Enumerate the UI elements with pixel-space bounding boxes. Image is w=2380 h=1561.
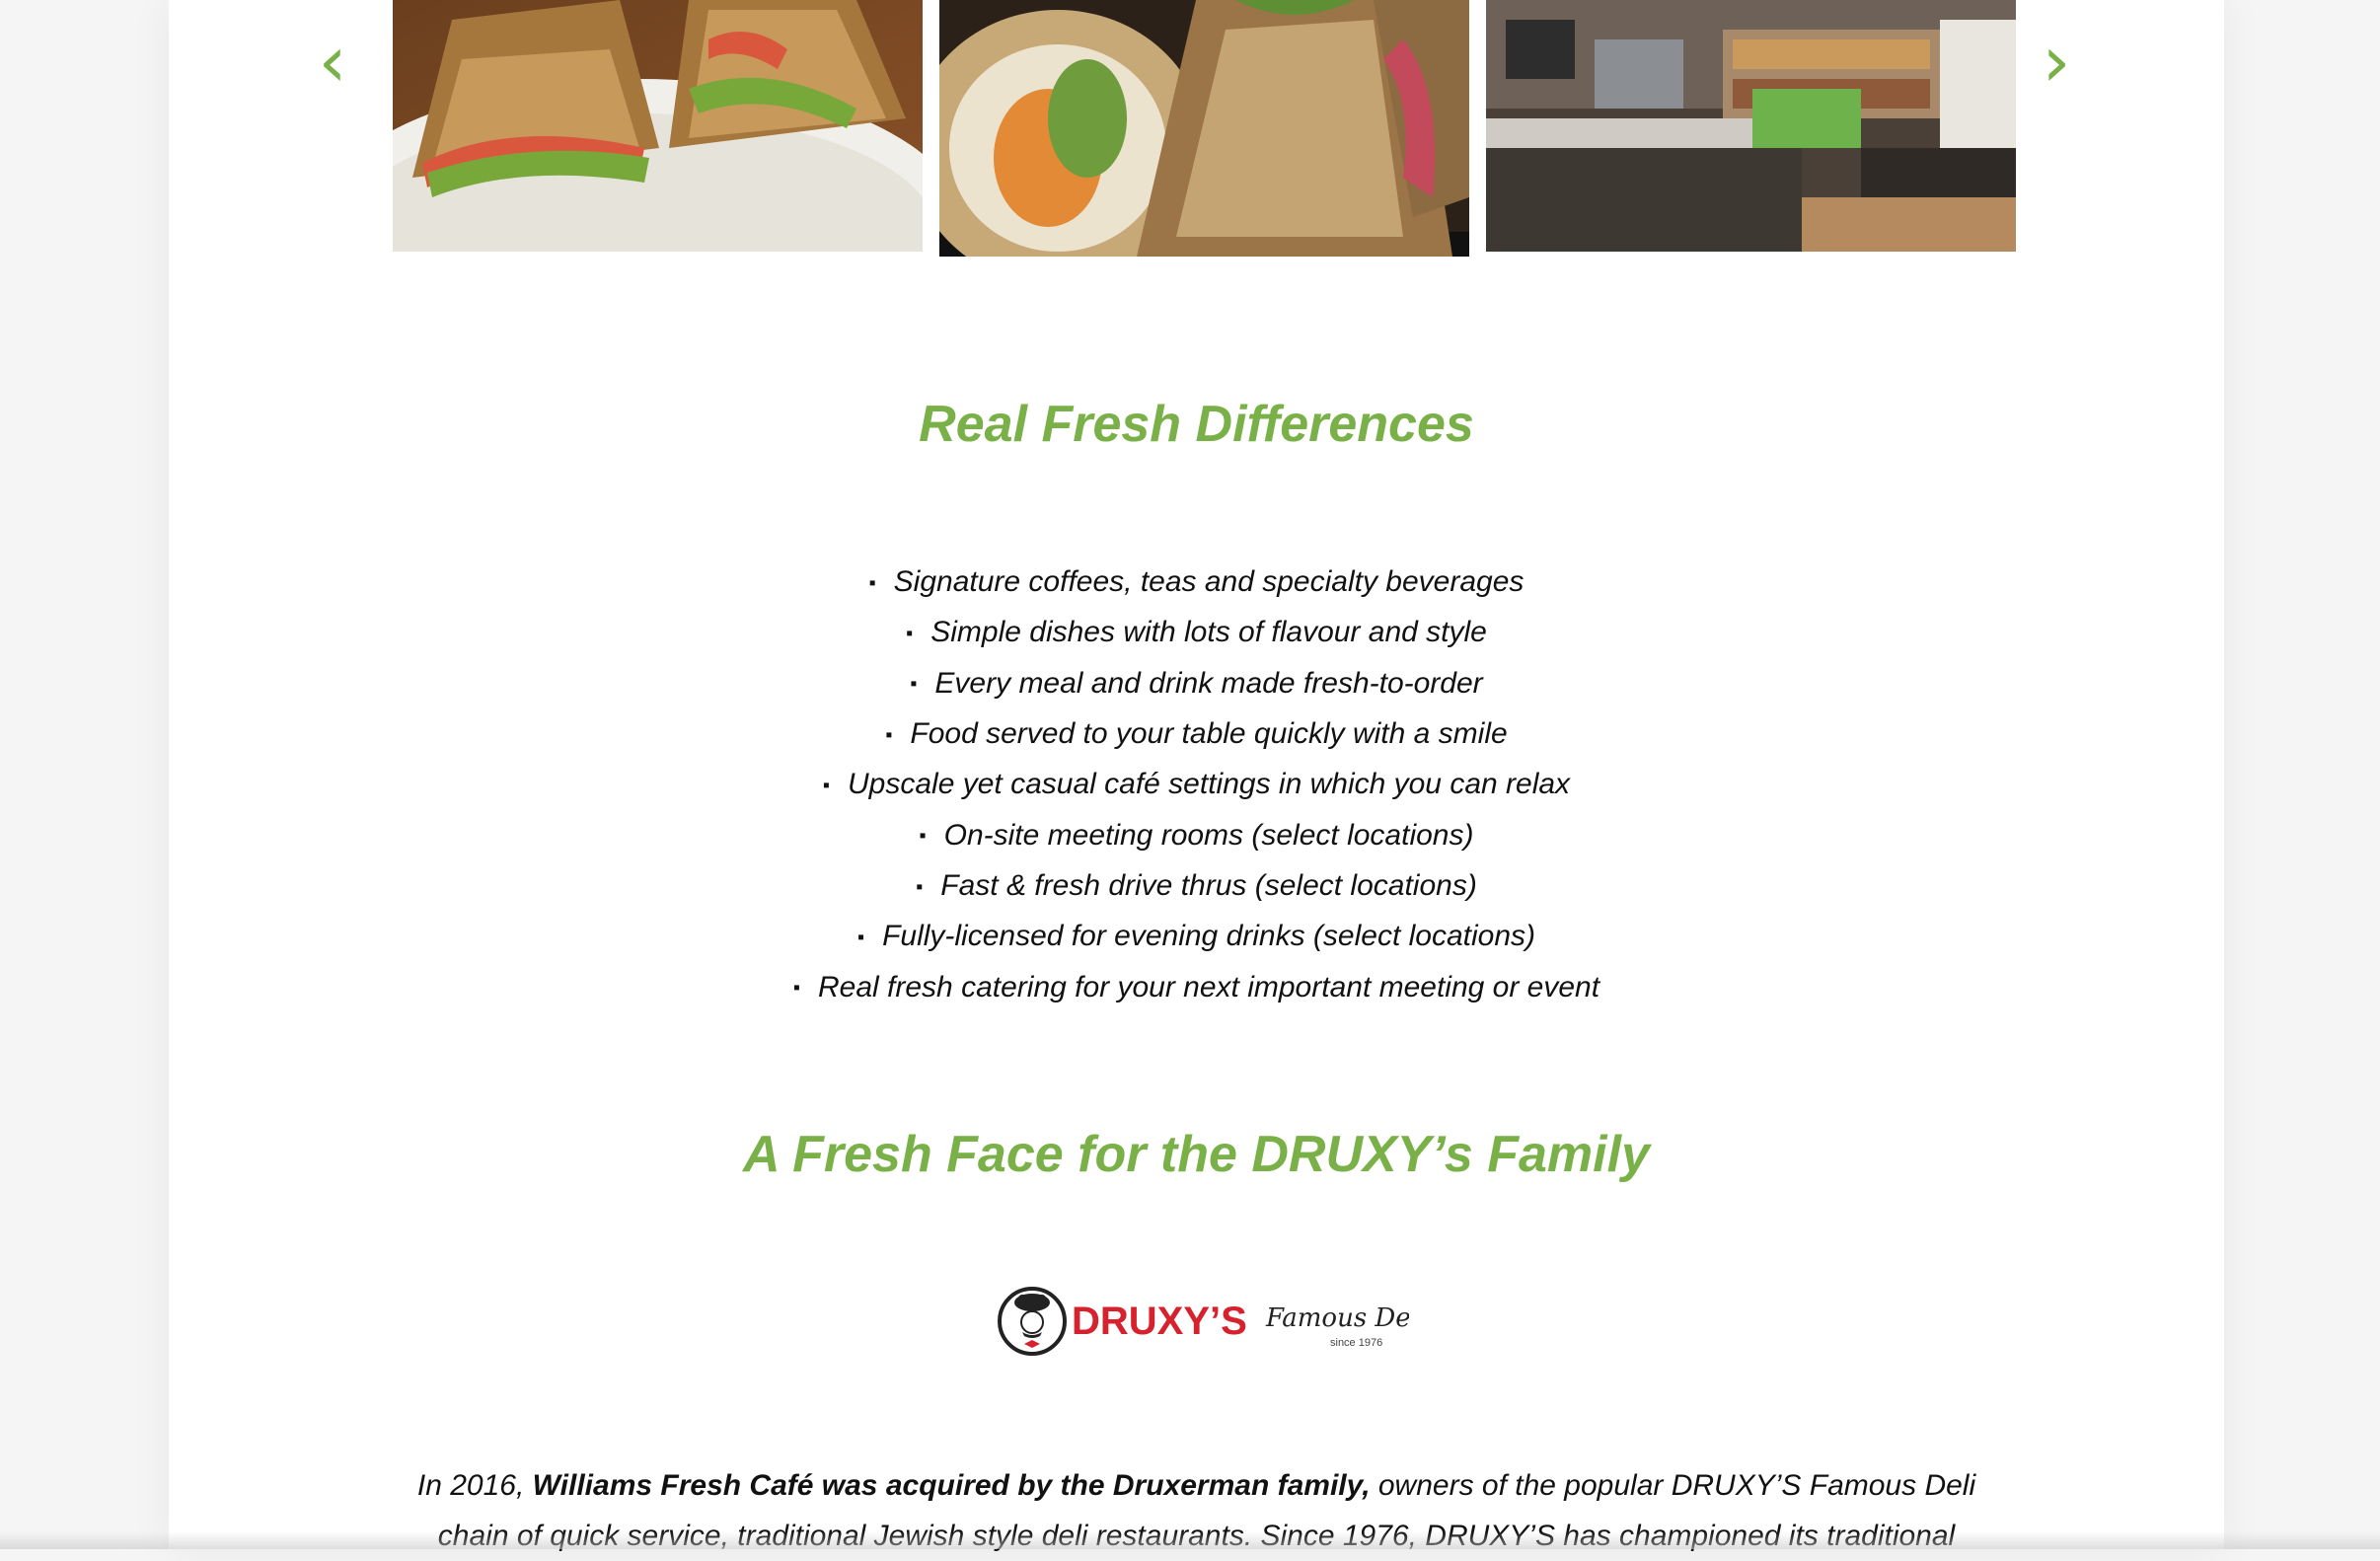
svg-text:DRUXY’S: DRUXY’S: [1072, 1300, 1247, 1343]
para-bold: Williams Fresh Café was acquired by the …: [532, 1469, 1371, 1502]
section-title-druxys-family: A Fresh Face for the DRUXY’s Family: [743, 1126, 1650, 1183]
svg-text:since 1976: since 1976: [1330, 1337, 1382, 1349]
para-lead: In 2016,: [416, 1469, 533, 1502]
cafe-interior-image: [1486, 0, 2016, 252]
chevron-right-icon[interactable]: ›: [2027, 22, 2086, 101]
svg-text:Famous Deli: Famous Deli: [1265, 1303, 1409, 1333]
druxys-logo-mark: DRUXY’S Famous Deli since 1976: [998, 1287, 1409, 1356]
carousel-slide-sandwich[interactable]: [393, 0, 923, 252]
list-item: Every meal and drink made fresh-to-order: [169, 659, 2224, 709]
list-item: Signature coffees, teas and specialty be…: [169, 558, 2224, 608]
carousel-slide-wrap[interactable]: [939, 0, 1469, 257]
chevron-left-icon[interactable]: ‹: [303, 22, 362, 101]
sandwich-image: [393, 0, 923, 252]
list-item: Real fresh catering for your next import…: [169, 963, 2224, 1013]
list-item: Upscale yet casual café settings in whic…: [169, 760, 2224, 810]
druxys-logo: DRUXY’S Famous Deli since 1976: [995, 1283, 1409, 1360]
list-item: Fully-licensed for evening drinks (selec…: [169, 912, 2224, 962]
wrap-image: [939, 0, 1469, 257]
list-item: Food served to your table quickly with a…: [169, 709, 2224, 760]
list-item: Simple dishes with lots of flavour and s…: [169, 608, 2224, 658]
section-title-real-fresh: Real Fresh Differences: [919, 396, 1474, 453]
carousel-slide-cafe[interactable]: [1486, 0, 2016, 252]
page-content: ‹ › Real Fresh Differences ▪ Signature c…: [169, 0, 2224, 1552]
features-list: Signature coffees, teas and specialty be…: [169, 558, 2224, 1013]
list-item: Fast & fresh drive thrus (select locatio…: [169, 861, 2224, 912]
list-item: On-site meeting rooms (select locations): [169, 811, 2224, 861]
scroll-fade: [0, 1531, 2380, 1549]
image-carousel: ‹ ›: [169, 0, 2224, 266]
